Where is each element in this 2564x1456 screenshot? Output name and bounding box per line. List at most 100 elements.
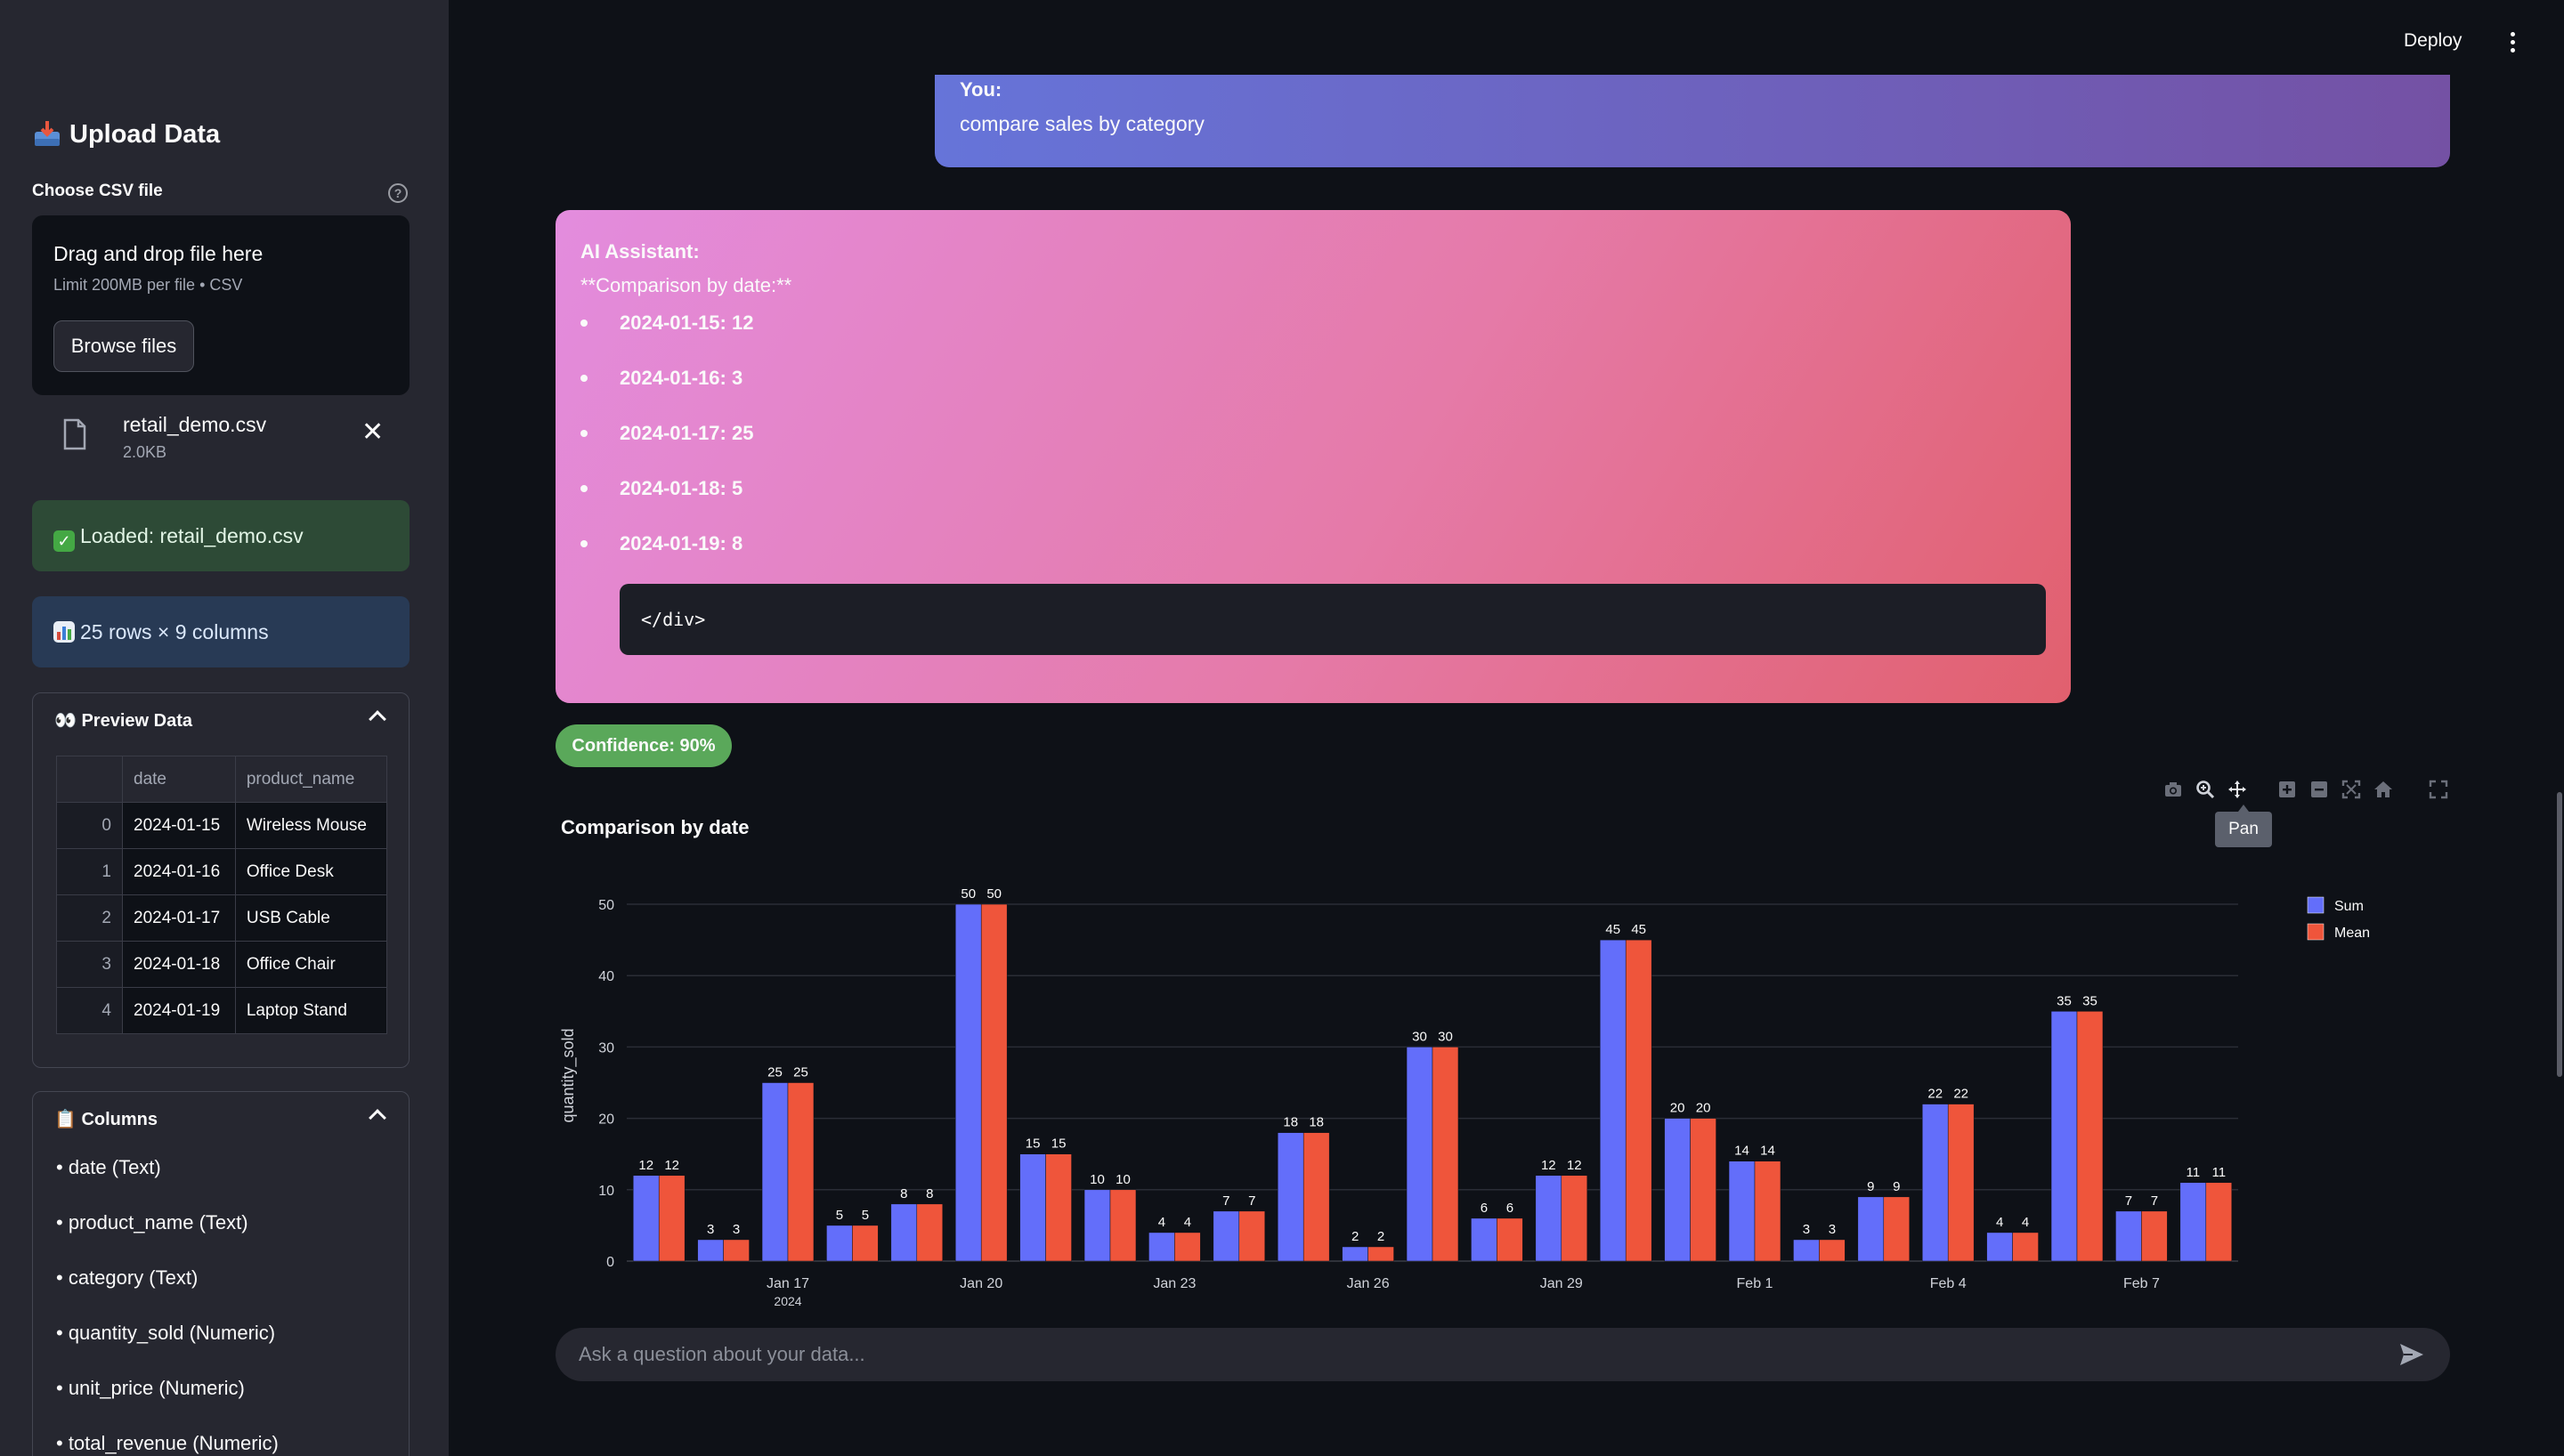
table-row: 0 2024-01-15 Wireless Mouse [56, 802, 388, 849]
y-tick-label: 10 [598, 1184, 614, 1199]
help-icon[interactable]: ? [388, 183, 408, 203]
table-row: 1 2024-01-16 Office Desk [56, 848, 388, 895]
data-label: 11 [2211, 1165, 2226, 1180]
file-dropzone[interactable]: Drag and drop file here Limit 200MB per … [32, 215, 410, 395]
column-item: • unit_price (Numeric) [56, 1377, 245, 1399]
bar-mean [852, 1225, 879, 1262]
table-cell[interactable]: Office Chair [235, 941, 388, 988]
table-cell[interactable]: Wireless Mouse [235, 802, 388, 849]
confidence-badge: Confidence: 90% [556, 724, 732, 767]
index-header [56, 756, 123, 803]
bar-mean [1819, 1239, 1846, 1262]
bar-chart: Comparison by date 0 10 20 30 40 50 quantity_so… [556, 774, 2450, 1308]
collapse-chevron-icon[interactable] [369, 710, 386, 728]
bar-sum [890, 1203, 918, 1262]
x-tick-label: Jan 26 [1347, 1276, 1390, 1291]
list-item: 2024-01-17: 25 [580, 422, 754, 444]
data-label: 15 [1051, 1136, 1067, 1152]
data-label: 15 [1026, 1136, 1041, 1152]
column-item: • total_revenue (Numeric) [56, 1432, 279, 1454]
user-message: You: compare sales by category [935, 75, 2450, 167]
x-tick-label: Jan 17 [767, 1276, 809, 1291]
columns-title: Columns [81, 1110, 158, 1129]
table-cell[interactable]: 2024-01-15 [122, 802, 236, 849]
main-menu-icon[interactable] [2511, 32, 2516, 56]
check-mark-icon: ✓ [53, 530, 75, 552]
file-size: 2.0KB [123, 443, 167, 461]
table-header-row: date product_name [56, 756, 388, 803]
deploy-button[interactable]: Deploy [2404, 30, 2462, 52]
bar-mean [1174, 1232, 1201, 1262]
chat-input[interactable] [577, 1328, 2340, 1381]
data-label: 35 [2057, 993, 2072, 1008]
bar-mean [2205, 1182, 2233, 1262]
x-tick-label: Feb 4 [1930, 1276, 1967, 1291]
data-label: 11 [2187, 1165, 2201, 1180]
bar-mean [1690, 1118, 1716, 1262]
browse-files-button[interactable]: Browse files [53, 320, 194, 372]
bar-mean [1561, 1175, 1588, 1262]
list-item: 2024-01-15: 12 [580, 311, 754, 334]
table-cell[interactable]: USB Cable [235, 894, 388, 942]
preview-table: date product_name 0 2024-01-15 Wireless Mo… [56, 756, 388, 1034]
bar-sum [1857, 1196, 1885, 1262]
preview-data-header[interactable]: 👀 Preview Data [54, 709, 192, 732]
code-block: </div> [620, 584, 2046, 655]
data-label: 18 [1309, 1115, 1324, 1130]
x-tick-label: Jan 29 [1540, 1276, 1583, 1291]
table-cell[interactable]: 2024-01-16 [122, 848, 236, 895]
collapse-chevron-icon[interactable] [369, 1109, 386, 1127]
bar-sum [2115, 1210, 2142, 1262]
send-icon[interactable] [2398, 1342, 2425, 1367]
row-index: 0 [56, 802, 123, 849]
bar-sum [697, 1239, 724, 1262]
list-item: 2024-01-18: 5 [580, 477, 743, 499]
data-label: 7 [2125, 1193, 2132, 1209]
y-tick-label: 0 [606, 1255, 614, 1270]
data-label: 20 [1670, 1101, 1685, 1116]
bar-mean [980, 903, 1008, 1262]
table-cell[interactable]: Laptop Stand [235, 987, 388, 1034]
chart-title: Comparison by date [561, 816, 749, 838]
bar-sum [1921, 1104, 1949, 1262]
data-label: 8 [900, 1186, 907, 1201]
scrollbar[interactable] [2557, 792, 2562, 1077]
bar-sum [1213, 1210, 1240, 1262]
table-cell[interactable]: 2024-01-18 [122, 941, 236, 988]
assistant-label: AI Assistant: [580, 240, 700, 263]
data-label: 18 [1283, 1115, 1298, 1130]
data-label: 3 [1803, 1222, 1810, 1237]
inbox-tray-icon [35, 121, 60, 146]
data-label: 12 [638, 1158, 653, 1173]
bar-mean [1947, 1104, 1975, 1262]
table-cell[interactable]: 2024-01-19 [122, 987, 236, 1034]
sidebar-title: Upload Data [32, 119, 220, 150]
remove-file-icon[interactable]: ✕ [361, 417, 384, 448]
data-label: 3 [707, 1222, 714, 1237]
legend-label: Sum [2334, 899, 2364, 914]
bar-mean [1302, 1132, 1330, 1262]
row-index: 2 [56, 894, 123, 942]
data-label: 50 [961, 886, 976, 902]
column-header[interactable]: product_name [234, 756, 388, 803]
bar-sum [761, 1082, 789, 1262]
table-cell[interactable]: Office Desk [235, 848, 388, 895]
data-label: 6 [1481, 1201, 1488, 1216]
info-alert: 25 rows × 9 columns [32, 596, 410, 667]
bar-sum [1342, 1246, 1368, 1262]
columns-header[interactable]: 📋 Columns [54, 1108, 158, 1130]
data-label: 25 [767, 1065, 783, 1080]
data-label: 2 [1351, 1229, 1359, 1244]
data-label: 5 [862, 1208, 869, 1223]
data-label: 22 [1927, 1087, 1943, 1102]
success-text: Loaded: retail_demo.csv [80, 524, 304, 547]
data-label: 4 [1996, 1215, 2003, 1230]
legend-label: Mean [2334, 926, 2370, 941]
data-label: 45 [1605, 922, 1620, 937]
column-header[interactable]: date [122, 756, 236, 803]
row-index: 4 [56, 987, 123, 1034]
data-label: 2 [1377, 1229, 1384, 1244]
chat-input-container [556, 1328, 2450, 1381]
data-label: 14 [1734, 1144, 1749, 1159]
table-cell[interactable]: 2024-01-17 [122, 894, 236, 942]
